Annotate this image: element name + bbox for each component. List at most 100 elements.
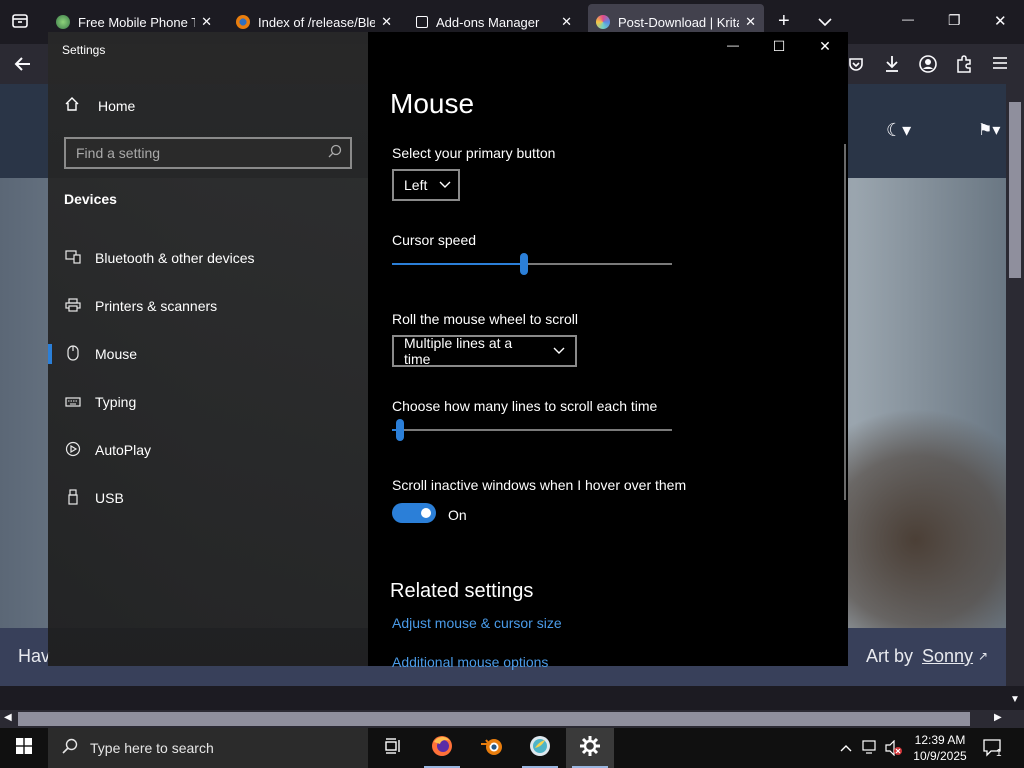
dropdown-value: Multiple lines at a time — [404, 335, 513, 367]
krita-favicon-icon — [596, 15, 610, 29]
scroll-inactive-label: Scroll inactive windows when I hover ove… — [392, 477, 687, 493]
account-icon[interactable] — [919, 55, 937, 78]
additional-mouse-options-link[interactable]: Additional mouse options — [392, 654, 548, 670]
taskbar-blender[interactable] — [468, 728, 516, 768]
browser-minimize-icon[interactable]: — — [902, 12, 914, 26]
sidebar-item-label: AutoPlay — [95, 442, 152, 458]
sidebar-item-usb[interactable]: USB — [48, 478, 368, 518]
sidebar-item-label: Printers & scanners — [95, 298, 218, 314]
back-icon[interactable] — [14, 56, 32, 77]
external-link-icon: ↗ — [978, 649, 989, 663]
settings-close-icon[interactable]: ✕ — [802, 38, 848, 55]
close-tab-icon[interactable]: ✕ — [745, 14, 756, 30]
slider-track — [392, 429, 672, 431]
lines-to-scroll-slider[interactable] — [392, 418, 672, 442]
page-horizontal-scroll-thumb[interactable] — [18, 712, 970, 726]
search-icon — [62, 738, 78, 759]
sidebar-item-autoplay[interactable]: AutoPlay — [48, 430, 368, 470]
printer-icon — [64, 297, 82, 315]
related-settings-heading: Related settings — [390, 580, 534, 602]
slider-thumb[interactable] — [396, 419, 404, 441]
downloads-icon[interactable] — [884, 55, 900, 78]
close-tab-icon[interactable]: ✕ — [381, 14, 392, 30]
artist-link[interactable]: Sonny — [922, 646, 973, 667]
taskbar-search-box[interactable]: Type here to search — [48, 728, 368, 768]
browser-restore-icon[interactable]: ❐ — [948, 12, 961, 29]
language-icon[interactable]: ⚑▾ — [978, 120, 1000, 140]
search-icon — [328, 144, 342, 161]
notifications-count-badge: 1 — [996, 748, 1002, 759]
system-clock[interactable]: 12:39 AM 10/9/2025 — [906, 732, 974, 764]
tab-title: Add-ons Manager — [436, 14, 540, 30]
task-view-icon — [383, 737, 401, 759]
chevron-down-icon — [439, 178, 451, 192]
firefox-icon — [430, 734, 454, 763]
sidebar-item-label: Typing — [95, 394, 137, 410]
clock-time: 12:39 AM — [914, 733, 966, 747]
blender-favicon-icon — [236, 15, 250, 29]
home-nav-item[interactable]: Home — [64, 96, 135, 116]
settings-scrollbar[interactable] — [844, 144, 846, 500]
puzzle-icon — [416, 16, 428, 28]
search-placeholder: Find a setting — [76, 145, 161, 161]
browser-close-icon[interactable]: ✕ — [994, 12, 1007, 30]
settings-sidebar: Settings Home Find a setting Devices Blu… — [48, 32, 368, 666]
pocket-icon[interactable] — [848, 56, 864, 77]
taskbar-krita[interactable] — [516, 728, 564, 768]
lines-to-scroll-label: Choose how many lines to scroll each tim… — [392, 398, 658, 414]
close-tab-icon[interactable]: ✕ — [201, 14, 212, 30]
taskbar: Type here to search 12:39 AM 10/9/2025 1 — [0, 728, 1024, 768]
tab-title: Index of /release/Blend — [258, 14, 376, 30]
mouse-icon — [64, 344, 82, 364]
network-icon[interactable] — [862, 740, 878, 757]
page-title: Mouse — [390, 88, 475, 119]
taskbar-settings[interactable] — [566, 728, 614, 768]
art-by-label: Art by — [866, 646, 914, 666]
taskbar-search-placeholder: Type here to search — [90, 740, 214, 756]
taskbar-firefox[interactable] — [418, 728, 466, 768]
menu-icon[interactable] — [992, 56, 1008, 75]
settings-maximize-icon[interactable]: ☐ — [756, 38, 802, 55]
cursor-speed-slider[interactable] — [392, 252, 672, 276]
wheel-scroll-dropdown[interactable]: Multiple lines at a time — [392, 335, 577, 367]
clock-date: 10/9/2025 — [913, 749, 967, 763]
list-all-tabs-icon[interactable] — [818, 14, 832, 32]
blender-icon — [480, 735, 504, 762]
scroll-right-arrow-icon[interactable]: ▶ — [994, 712, 1002, 723]
sidebar-item-typing[interactable]: Typing — [48, 382, 368, 422]
sidebar-item-label: Mouse — [95, 346, 138, 362]
new-tab-icon[interactable]: + — [778, 10, 790, 33]
find-setting-input[interactable]: Find a setting — [64, 137, 352, 169]
selected-indicator — [48, 344, 52, 364]
home-icon — [64, 96, 84, 116]
primary-button-dropdown[interactable]: Left — [392, 169, 460, 201]
scroll-left-arrow-icon[interactable]: ◀ — [4, 712, 12, 723]
adjust-cursor-size-link[interactable]: Adjust mouse & cursor size — [392, 615, 562, 631]
scroll-inactive-toggle[interactable] — [392, 503, 436, 523]
page-vertical-scroll-thumb[interactable] — [1009, 102, 1021, 278]
slider-thumb[interactable] — [520, 253, 528, 275]
theme-toggle-icon[interactable]: ☾▾ — [886, 120, 911, 141]
chevron-down-icon — [553, 344, 565, 358]
settings-minimize-icon[interactable]: — — [710, 38, 756, 52]
task-view-button[interactable] — [368, 728, 416, 768]
scroll-down-arrow-icon[interactable]: ▼ — [1010, 694, 1020, 705]
sidebar-item-printers[interactable]: Printers & scanners — [48, 286, 368, 326]
dropdown-value: Left — [404, 177, 428, 193]
settings-icon — [579, 735, 601, 762]
firefox-view-icon[interactable] — [11, 12, 29, 35]
toggle-state-label: On — [448, 507, 467, 523]
start-button[interactable] — [0, 728, 48, 768]
extensions-icon[interactable] — [956, 55, 972, 78]
settings-window: Settings Home Find a setting Devices Blu… — [48, 32, 848, 670]
sidebar-item-mouse[interactable]: Mouse — [48, 334, 368, 374]
close-tab-icon[interactable]: ✕ — [561, 14, 572, 30]
volume-muted-icon[interactable] — [884, 739, 902, 759]
wheel-scroll-label: Roll the mouse wheel to scroll — [392, 311, 578, 327]
sidebar-item-label: Bluetooth & other devices — [95, 250, 255, 266]
show-hidden-icons-icon[interactable] — [840, 740, 852, 755]
home-label: Home — [98, 98, 136, 114]
sidebar-item-bluetooth[interactable]: Bluetooth & other devices — [48, 238, 368, 278]
keyboard-icon — [64, 394, 82, 410]
footer-text: Hav — [18, 646, 51, 666]
